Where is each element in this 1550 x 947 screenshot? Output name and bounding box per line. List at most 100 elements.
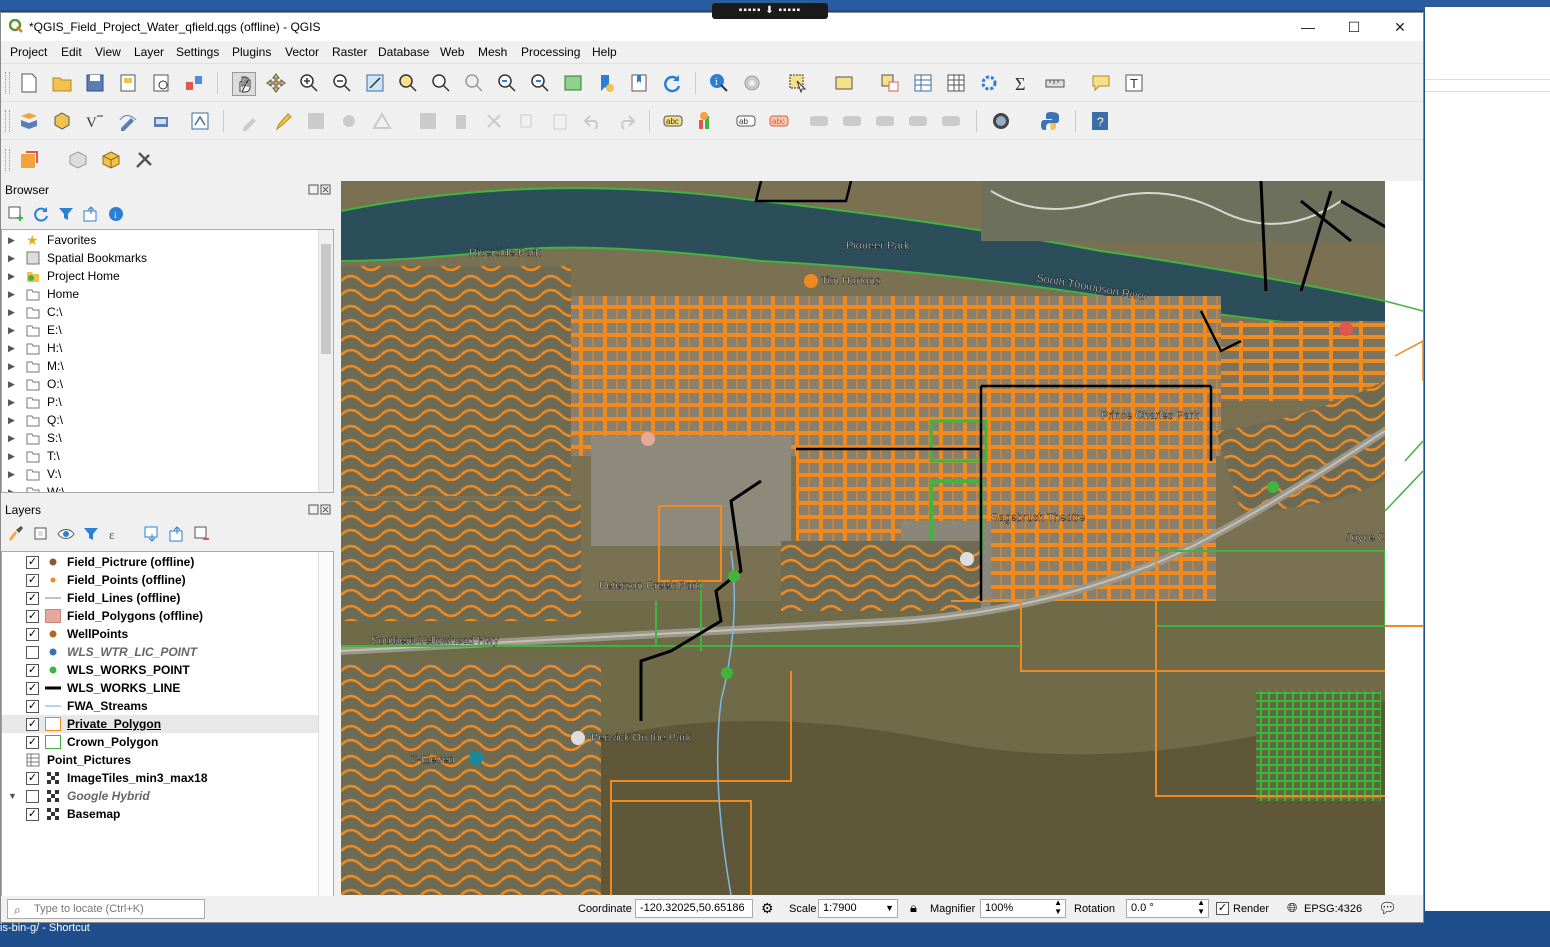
layer-imagetiles[interactable]: ✓ ImageTiles_min3_max18 [2,769,333,787]
rotate-label-icon[interactable] [874,110,896,132]
panel-float-close-icon[interactable] [308,184,332,196]
layer-crown-polygon[interactable]: ✓ Crown_Polygon [2,733,333,751]
copy-features-icon[interactable] [516,110,538,132]
menu-plugins[interactable]: Plugins [232,45,271,59]
filter-legend-icon[interactable] [82,525,100,543]
zoom-out-icon[interactable] [331,72,353,94]
menu-database[interactable]: Database [378,45,429,59]
collapse-all-layers-icon[interactable] [168,525,186,543]
layer-wellpoints[interactable]: ✓ WellPoints [2,625,333,643]
refresh-browser-icon[interactable] [32,205,50,223]
collapse-all-icon[interactable] [82,205,100,223]
new-project-icon[interactable] [18,72,40,94]
select-features-icon[interactable] [787,72,809,94]
render-checkbox[interactable]: ✓ [1216,902,1229,915]
save-edits-icon[interactable] [305,110,327,132]
layers-scrollbar[interactable] [318,552,333,898]
layer-visibility-checkbox[interactable]: ✓ [26,736,39,749]
layer-wls-works-point[interactable]: ✓ WLS_WORKS_POINT [2,661,333,679]
save-project-icon[interactable] [84,72,106,94]
move-label-icon[interactable] [808,110,830,132]
cut-features-icon[interactable] [483,110,505,132]
processing-toolbox-icon[interactable] [978,72,1000,94]
browser-item-drive-m[interactable]: ▶ M:\ [2,357,333,375]
show-bookmarks-icon[interactable] [628,72,650,94]
properties-icon[interactable]: i [107,205,125,223]
chevron-down-icon[interactable]: ▼ [885,900,894,917]
layer-point-pictures[interactable]: Point_Pictures [2,751,333,769]
statistical-summary-icon[interactable]: Σ [1011,72,1033,94]
remove-layer-icon[interactable] [193,525,211,543]
browser-item-favorites[interactable]: ▶ ★ Favorites [2,231,333,249]
layer-fwa-streams[interactable]: ✓ FWA_Streams [2,697,333,715]
open-project-icon[interactable] [51,72,73,94]
browser-item-project-home[interactable]: ▶ Project Home [2,267,333,285]
menu-view[interactable]: View [95,45,121,59]
show-hide-labels-icon[interactable] [841,110,863,132]
undo-icon[interactable] [582,110,604,132]
plugin-globe-icon[interactable] [990,110,1012,132]
layer-visibility-checkbox[interactable]: ✓ [26,718,39,731]
maximize-button[interactable]: ☐ [1331,13,1377,41]
browser-item-drive-p[interactable]: ▶ P:\ [2,393,333,411]
change-label-icon[interactable] [907,110,929,132]
current-edits-icon[interactable] [239,110,261,132]
data-source-manager-icon[interactable] [18,110,40,132]
layer-diagram-icon[interactable] [695,110,717,132]
modify-attributes-icon[interactable] [417,110,439,132]
menu-edit[interactable]: Edit [61,45,82,59]
layer-visibility-checkbox[interactable]: ✓ [26,664,39,677]
browser-item-drive-c[interactable]: ▶ C:\ [2,303,333,321]
layer-field-lines[interactable]: ✓ Field_Lines (offline) [2,589,333,607]
browser-item-drive-v[interactable]: ▶ V:\ [2,465,333,483]
label-properties-icon[interactable] [940,110,962,132]
qfield-sync-icon[interactable] [18,149,40,171]
new-map-view-icon[interactable] [562,72,584,94]
minimize-button[interactable]: — [1285,13,1331,41]
layer-visibility-checkbox[interactable]: ✓ [26,610,39,623]
digitize-icon[interactable] [117,110,139,132]
style-manager-icon[interactable] [183,72,205,94]
paste-features-icon[interactable] [549,110,571,132]
layout-manager-icon[interactable] [150,72,172,94]
open-attribute-table-icon[interactable] [912,72,934,94]
desktop-shortcut-label[interactable]: is-bin-g/ - Shortcut [0,922,90,935]
layer-basemap[interactable]: ✓ Basemap [2,805,333,823]
gps-icon[interactable] [150,110,172,132]
menu-mesh[interactable]: Mesh [478,45,507,59]
new-virtual-layer-icon[interactable]: V [84,110,106,132]
highlight-labels-icon[interactable]: abc [768,110,790,132]
filter-browser-icon[interactable] [57,205,75,223]
lock-icon[interactable]: 🔒︎ [910,900,917,916]
panel-float-close-icon[interactable] [308,504,332,516]
layer-private-polygon[interactable]: ✓ Private_Polygon [2,715,333,733]
browser-item-drive-s[interactable]: ▶ S:\ [2,429,333,447]
actions-icon[interactable] [741,72,763,94]
menu-layer[interactable]: Layer [134,45,164,59]
spinner-arrows-icon[interactable]: ▲ ▼ [1054,898,1062,916]
layer-visibility-checkbox[interactable]: ✓ [26,574,39,587]
scale-combo[interactable]: 1:7900 ▼ [818,899,898,918]
refresh-icon[interactable] [661,72,683,94]
messages-icon[interactable]: 💬︎ [1378,899,1397,917]
browser-item-drive-t[interactable]: ▶ T:\ [2,447,333,465]
add-selected-layers-icon[interactable] [7,205,25,223]
pan-to-selection-icon[interactable] [265,72,287,94]
identify-icon[interactable]: i [708,72,730,94]
pin-labels-icon[interactable]: ab [735,110,757,132]
zoom-full-icon[interactable] [364,72,386,94]
field-calculator-icon[interactable] [945,72,967,94]
zoom-next-icon[interactable] [529,72,551,94]
layer-visibility-checkbox[interactable]: ✓ [26,808,39,821]
expand-all-icon[interactable] [143,525,161,543]
spinner-arrows-icon[interactable]: ▲ ▼ [1197,898,1205,916]
filter-by-expression-icon[interactable]: ε [107,525,125,543]
add-group-icon[interactable] [32,525,50,543]
manage-visibility-icon[interactable] [57,525,75,543]
add-feature-icon[interactable] [338,110,360,132]
layer-visibility-checkbox[interactable] [26,646,39,659]
help-icon[interactable]: ? [1089,110,1111,132]
style-panel-icon[interactable] [7,525,25,543]
locator-input[interactable]: ⌕ Type to locate (Ctrl+K) [7,899,205,919]
browser-item-drive-h[interactable]: ▶ H:\ [2,339,333,357]
